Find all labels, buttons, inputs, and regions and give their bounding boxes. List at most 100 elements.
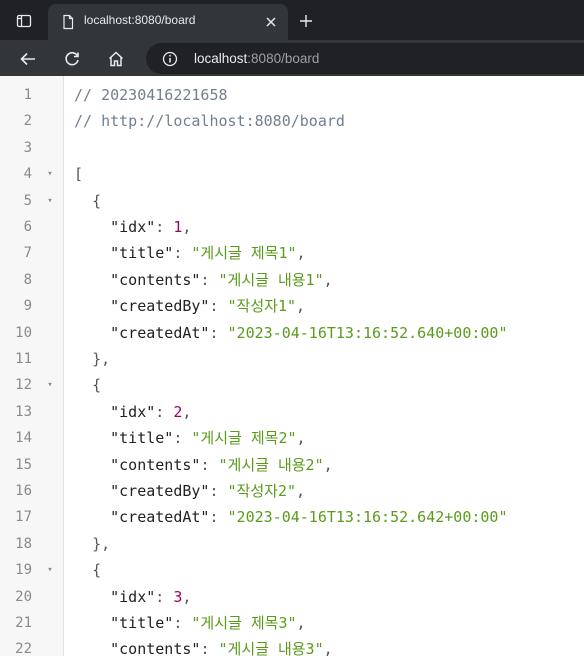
token-key: "contents" [110, 455, 201, 474]
token-punct: , [182, 402, 192, 421]
code-text: { [74, 372, 101, 398]
page-icon [63, 14, 74, 30]
line-number: 19 [15, 562, 32, 579]
fold-toggle-icon[interactable]: ▾ [45, 557, 55, 583]
tab-close-button[interactable] [262, 13, 280, 31]
token-key: "createdAt" [110, 508, 210, 527]
token-str: "게시글 제목3" [191, 614, 297, 632]
token-str: "게시글 제목2" [191, 429, 297, 448]
line-number: 16 [15, 483, 32, 499]
token-str: "2023-04-16T13:16:52.640+00:00" [227, 323, 508, 342]
new-tab-button[interactable] [296, 11, 316, 31]
token-punct: [ [74, 165, 84, 184]
code-text: "createdBy": "작성자2", [74, 478, 305, 504]
home-button[interactable] [102, 45, 130, 73]
line-number: 22 [15, 641, 32, 656]
arrow-left-icon [20, 52, 35, 66]
token-key: "title" [110, 429, 174, 448]
info-icon[interactable] [162, 51, 178, 67]
code-line: 20 "idx": 3, [0, 584, 584, 610]
code-line: 14 "title": "게시글 제목2", [0, 425, 584, 451]
tab-title: localhost:8080/board [84, 13, 196, 27]
code-line: 22 "contents": "게시글 내용3", [0, 636, 584, 656]
token-punct: , [296, 297, 306, 316]
token-str: "게시글 내용1" [218, 270, 324, 289]
line-number: 2 [23, 113, 32, 130]
code-text: "idx": 2, [74, 399, 191, 425]
code-line: 6 "idx": 1, [0, 214, 584, 240]
code-line: 17 "createdAt": "2023-04-16T13:16:52.642… [0, 504, 584, 530]
fold-toggle-icon[interactable]: ▾ [45, 188, 55, 214]
code-text: }, [74, 346, 110, 372]
code-text: "idx": 3, [74, 584, 191, 610]
token-punct: : [155, 402, 174, 421]
line-number: 6 [23, 219, 32, 235]
token-key: "createdBy" [110, 482, 210, 500]
token-punct: : [209, 297, 228, 316]
reload-button[interactable] [58, 45, 86, 73]
line-number: 10 [15, 324, 32, 341]
token-punct: : [209, 323, 228, 342]
token-key: "idx" [110, 587, 156, 606]
line-number: 7 [23, 245, 32, 262]
code-line: 1 // 20230416221658 [0, 82, 584, 108]
code-line: 13 "idx": 2, [0, 399, 584, 425]
token-key: "title" [110, 244, 174, 263]
code-text: "createdAt": "2023-04-16T13:16:52.642+00… [74, 504, 507, 530]
tab-strip: localhost:8080/board [0, 0, 584, 40]
token-key: "idx" [110, 218, 156, 236]
fold-toggle-icon[interactable]: ▾ [45, 161, 55, 187]
code-line: 11 }, [0, 346, 584, 372]
token-punct: : [155, 218, 174, 236]
code-text: { [74, 188, 101, 214]
token-str: "게시글 내용3" [218, 640, 324, 656]
token-key: "contents" [110, 270, 201, 289]
address-bar[interactable]: localhost:8080/board [146, 43, 584, 74]
line-number: 14 [15, 430, 32, 447]
code-line: 9 "createdBy": "작성자1", [0, 293, 584, 319]
token-punct: : [173, 429, 192, 448]
browser-toolbar: localhost:8080/board [0, 40, 584, 76]
token-punct: , [296, 614, 306, 632]
code-text: "title": "게시글 제목2", [74, 425, 305, 451]
code-line: 5 ▾ { [0, 188, 584, 214]
code-text: }, [74, 531, 110, 557]
code-text: "title": "게시글 제목3", [74, 610, 306, 636]
token-punct: : [173, 244, 192, 263]
token-punct: , [323, 455, 333, 474]
tab-actions-menu-button[interactable] [8, 6, 40, 36]
code-text: "createdBy": "작성자1", [74, 293, 305, 319]
line-number: 15 [15, 456, 32, 473]
token-comment: // 20230416221658 [74, 86, 228, 104]
code-line: 2 // http://localhost:8080/board [0, 108, 584, 134]
code-text: // http://localhost:8080/board [74, 108, 345, 134]
code-line: 16 "createdBy": "작성자2", [0, 478, 584, 504]
line-number: 13 [15, 403, 32, 420]
code-line: 8 "contents": "게시글 내용1", [0, 267, 584, 293]
line-number: 18 [15, 535, 32, 552]
code-line: 10 "createdAt": "2023-04-16T13:16:52.640… [0, 320, 584, 346]
token-punct: : [200, 455, 219, 474]
token-punct: , [323, 270, 333, 289]
home-icon [108, 51, 124, 67]
browser-tab[interactable]: localhost:8080/board [48, 4, 288, 40]
token-str: "작성자1" [227, 297, 297, 316]
fold-toggle-icon[interactable]: ▾ [45, 372, 55, 398]
token-punct: : [155, 587, 174, 606]
token-str: "작성자2" [227, 482, 297, 500]
code-text: "contents": "게시글 내용1", [74, 267, 333, 293]
code-text: "idx": 1, [74, 214, 191, 240]
back-button[interactable] [14, 45, 42, 73]
token-punct: , [182, 587, 192, 606]
token-punct: : [209, 508, 228, 527]
code-line: 3 [0, 135, 584, 161]
url-path: :8080/board [247, 51, 320, 66]
token-key: "createdBy" [110, 297, 210, 316]
line-number: 8 [23, 271, 32, 288]
token-punct: { [92, 376, 102, 395]
code-line: 4 ▾ [ [0, 161, 584, 187]
token-punct: , [323, 640, 333, 656]
line-number: 17 [15, 509, 32, 526]
token-punct: }, [92, 534, 111, 553]
token-punct: : [200, 270, 219, 289]
